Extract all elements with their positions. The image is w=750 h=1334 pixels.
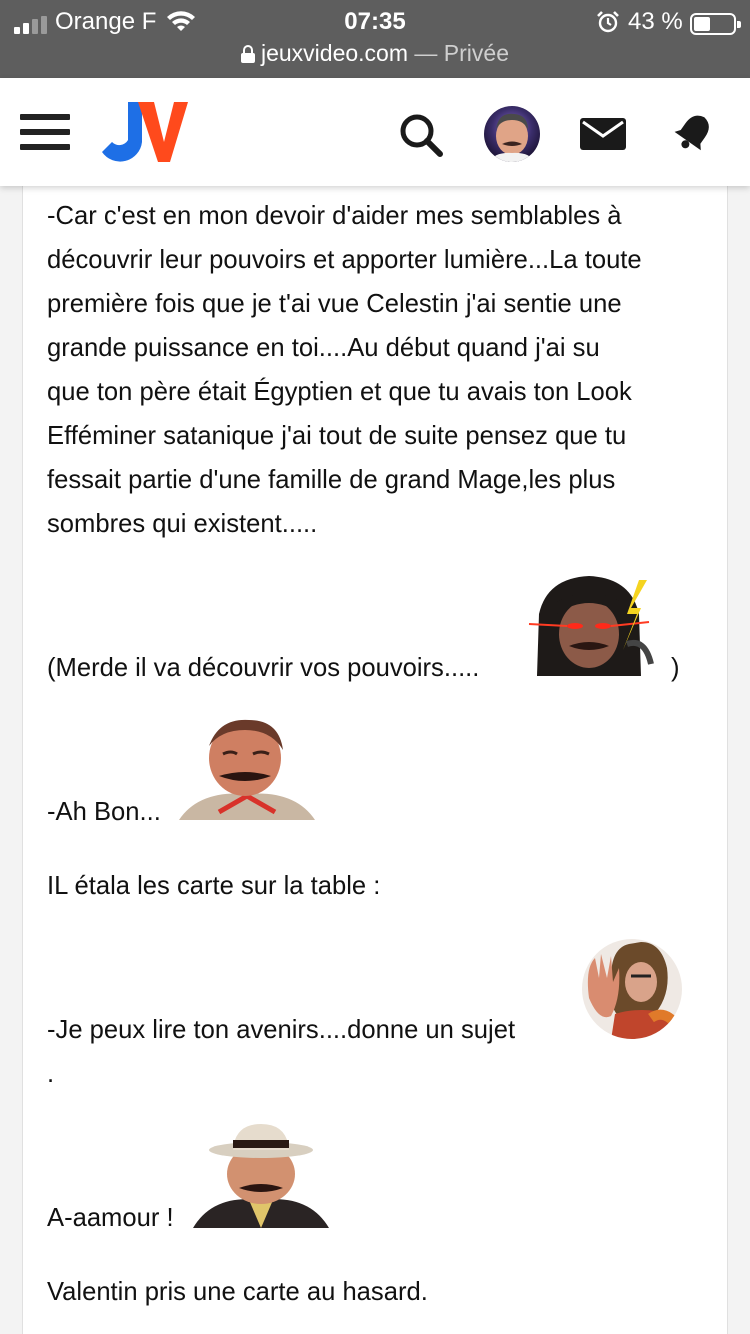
paragraph-line: que ton père était Égyptien et que tu av… bbox=[47, 378, 632, 406]
post-line-ahbon: -Ah Bon... bbox=[47, 798, 161, 826]
private-mode-label: Privée bbox=[443, 40, 509, 66]
post-line-merde: (Merde il va découvrir vos pouvoirs..... bbox=[47, 654, 480, 682]
user-avatar[interactable] bbox=[484, 106, 540, 162]
post-paragraph: -Car c'est en mon devoir d'aider mes sem… bbox=[47, 194, 642, 546]
paragraph-line: fessait partie d'une famille de grand Ma… bbox=[47, 466, 616, 494]
sticker-stop-hand[interactable] bbox=[581, 938, 683, 1040]
menu-icon[interactable] bbox=[20, 114, 70, 154]
mail-icon[interactable] bbox=[580, 116, 626, 152]
paragraph-line: sombres qui existent..... bbox=[47, 510, 318, 538]
search-icon[interactable] bbox=[398, 112, 444, 158]
post-line-lire: -Je peux lire ton avenirs....donne un su… bbox=[47, 1016, 516, 1044]
post-line-merde-close: ) bbox=[671, 654, 680, 682]
paragraph-line: grande puissance en toi....Au début quan… bbox=[47, 334, 600, 362]
post-line-amour: A-aamour ! bbox=[47, 1204, 174, 1232]
url-host: jeuxvideo.com bbox=[260, 40, 409, 66]
jv-logo[interactable] bbox=[102, 98, 188, 166]
battery-percentage: 43 % bbox=[628, 8, 683, 35]
status-bar: Orange F 07:35 43 % jeuxvideo.com — Priv… bbox=[0, 0, 750, 78]
post-line-etala: IL étala les carte sur la table : bbox=[47, 872, 381, 900]
lock-icon bbox=[240, 45, 255, 63]
notification-bell-icon[interactable] bbox=[672, 110, 716, 154]
paragraph-line: découvrir leur pouvoirs et apporter lumi… bbox=[47, 246, 642, 274]
address-bar[interactable]: jeuxvideo.com — Privée bbox=[0, 40, 750, 67]
paragraph-line: première fois que je t'ai vue Celestin j… bbox=[47, 290, 622, 318]
sticker-risitas-hat[interactable] bbox=[193, 1124, 329, 1228]
paragraph-line: -Car c'est en mon devoir d'aider mes sem… bbox=[47, 202, 622, 230]
site-header bbox=[0, 78, 750, 186]
url-separator: — bbox=[414, 40, 438, 66]
post-line-valentin: Valentin pris une carte au hasard. bbox=[47, 1278, 428, 1306]
forum-post: -Car c'est en mon devoir d'aider mes sem… bbox=[22, 186, 728, 1334]
sticker-risitas-laugh[interactable] bbox=[179, 716, 315, 820]
paragraph-line: Efféminer satanique j'ai tout de suite p… bbox=[47, 422, 627, 450]
battery-icon bbox=[690, 13, 741, 35]
post-line-dot: . bbox=[47, 1060, 55, 1088]
alarm-clock-icon bbox=[597, 11, 619, 33]
sticker-hooded-mage[interactable] bbox=[527, 574, 665, 676]
